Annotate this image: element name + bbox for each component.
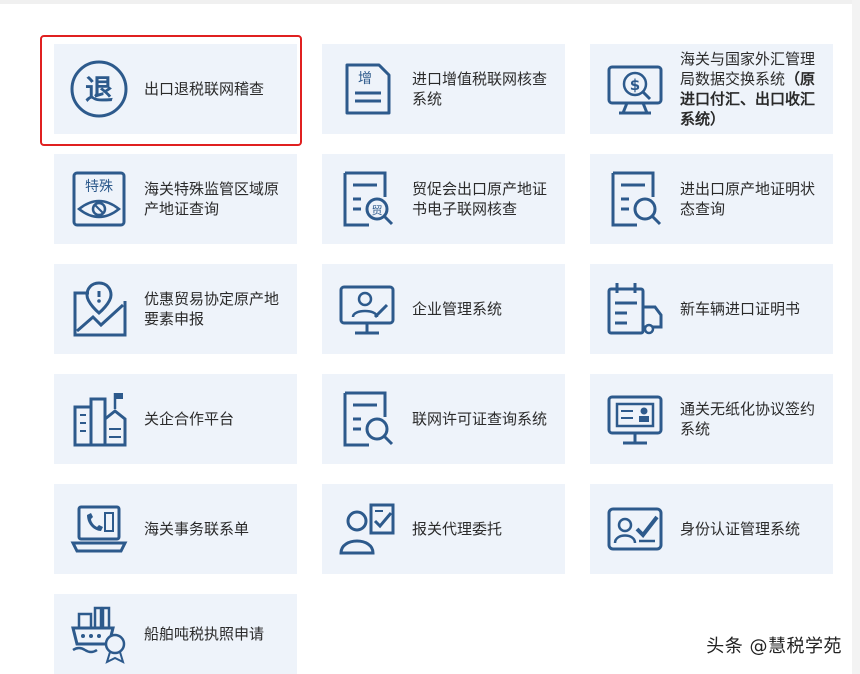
certificate-search-icon: 贸 <box>336 168 398 230</box>
vat-glyph: 增 <box>358 71 372 87</box>
tile-label: 进出口原产地证明状态查询 <box>680 180 816 218</box>
tile-label: 关企合作平台 <box>144 410 235 428</box>
forex-monitor-icon: $ <box>604 58 666 120</box>
zone-glyph: 特殊 <box>85 179 113 195</box>
tile-import-vat-check[interactable]: 增 进口增值税联网核查系统 <box>322 44 565 134</box>
tile-label: 贸促会出口原产地证书电子联网核查 <box>412 180 548 218</box>
calendar-truck-icon <box>604 278 666 340</box>
tile-label: 进口增值税联网核查系统 <box>412 70 548 108</box>
tile-customs-contact-form[interactable]: 海关事务联系单 <box>54 484 297 574</box>
refund-icon: 退 <box>68 58 130 120</box>
tile-forex-data-exchange[interactable]: $ 海关与国家外汇管理局数据交换系统（原进口付汇、出口收汇系统） <box>590 44 833 134</box>
tile-export-tax-refund-check[interactable]: 退 出口退税联网稽查 <box>54 44 297 134</box>
special-zone-eye-icon: 特殊 <box>68 168 130 230</box>
vat-document-icon: 增 <box>336 58 398 120</box>
tile-label: 报关代理委托 <box>412 520 503 538</box>
tile-customs-enterprise-platform[interactable]: 关企合作平台 <box>54 374 297 464</box>
tile-label-group: 海关与国家外汇管理局数据交换系统（原进口付汇、出口收汇系统） <box>680 49 833 129</box>
enterprise-user-icon <box>336 278 398 340</box>
identity-check-icon <box>604 498 666 560</box>
tile-label: 身份认证管理系统 <box>680 520 801 538</box>
license-search-icon <box>336 388 398 450</box>
right-scroll-edge <box>852 0 860 674</box>
tile-label: 联网许可证查询系统 <box>412 410 548 428</box>
id-card-monitor-icon <box>604 388 666 450</box>
tile-paperless-agreement-signing[interactable]: 通关无纸化协议签约系统 <box>590 374 833 464</box>
tile-label: 船舶吨税执照申请 <box>144 625 265 643</box>
tile-label: 海关特殊监管区域原产地证查询 <box>144 180 280 218</box>
laptop-phone-icon <box>68 498 130 560</box>
tile-label: 出口退税联网稽查 <box>144 80 265 98</box>
tile-label: 优惠贸易协定原产地要素申报 <box>144 290 280 328</box>
tile-label: 通关无纸化协议签约系统 <box>680 400 816 438</box>
tile-label: 海关事务联系单 <box>144 520 250 538</box>
tile-license-network-query[interactable]: 联网许可证查询系统 <box>322 374 565 464</box>
tile-ship-tonnage-tax-license[interactable]: 船舶吨税执照申请 <box>54 594 297 674</box>
top-border <box>0 0 860 4</box>
agent-clipboard-icon <box>336 498 398 560</box>
location-chart-icon <box>68 278 130 340</box>
tile-ccpit-origin-cert-check[interactable]: 贸 贸促会出口原产地证书电子联网核查 <box>322 154 565 244</box>
refund-glyph: 退 <box>85 73 113 106</box>
tile-preferential-origin-declaration[interactable]: 优惠贸易协定原产地要素申报 <box>54 264 297 354</box>
buildings-icon <box>68 388 130 450</box>
ship-seal-icon <box>68 603 130 665</box>
tile-label: 企业管理系统 <box>412 300 503 318</box>
tile-identity-auth-management[interactable]: 身份认证管理系统 <box>590 484 833 574</box>
watermark: 头条 @慧税学苑 <box>706 636 842 657</box>
tile-label: 新车辆进口证明书 <box>680 300 801 318</box>
tile-new-vehicle-import-cert[interactable]: 新车辆进口证明书 <box>590 264 833 354</box>
tile-enterprise-management[interactable]: 企业管理系统 <box>322 264 565 354</box>
trade-glyph: 贸 <box>372 204 383 217</box>
tile-special-zone-origin-query[interactable]: 特殊 海关特殊监管区域原产地证查询 <box>54 154 297 244</box>
tile-customs-agent-delegation[interactable]: 报关代理委托 <box>322 484 565 574</box>
tile-origin-status-query[interactable]: 进出口原产地证明状态查询 <box>590 154 833 244</box>
svg-text:$: $ <box>630 76 640 94</box>
document-search-icon <box>604 168 666 230</box>
